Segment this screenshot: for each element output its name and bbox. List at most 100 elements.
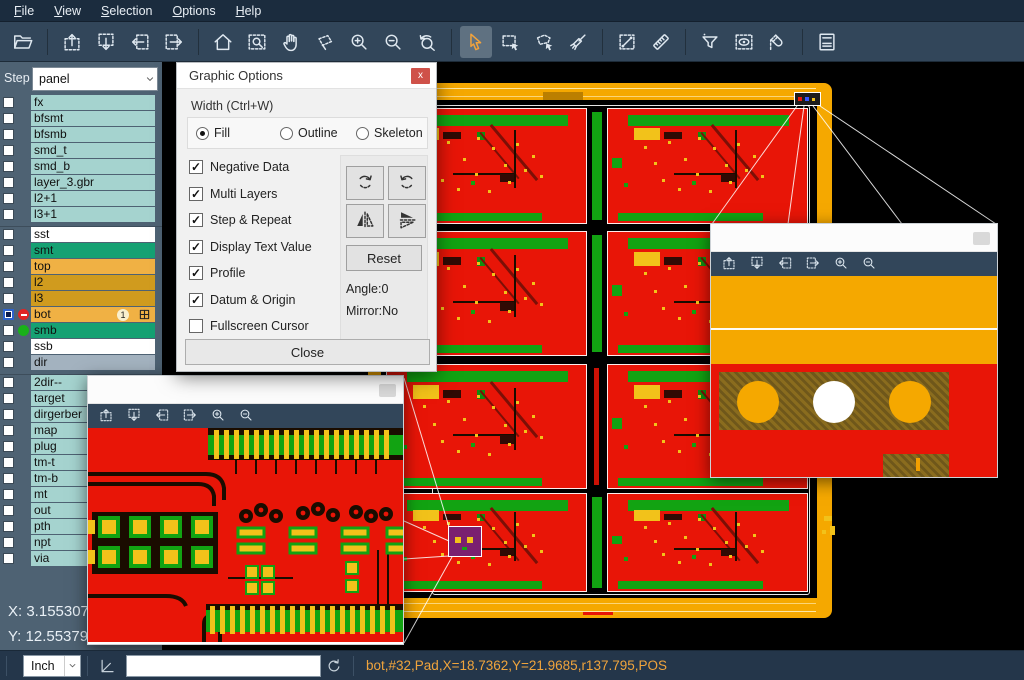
layer-visibility-checkbox[interactable] [3, 393, 14, 404]
layer-visibility-checkbox[interactable] [3, 129, 14, 140]
pan-down-button[interactable] [124, 406, 144, 426]
layer-visibility-checkbox[interactable] [3, 409, 14, 420]
pan-up-button[interactable] [719, 254, 739, 274]
layer-row-top[interactable]: top [0, 259, 162, 275]
layer-row-sst[interactable]: sst [0, 227, 162, 243]
layer-visibility-checkbox[interactable] [3, 245, 14, 256]
layer-visibility-checkbox[interactable] [3, 473, 14, 484]
rotate-cw-button[interactable] [346, 166, 384, 200]
layer-row-dir[interactable]: dir [0, 355, 162, 371]
menu-help[interactable]: Help [226, 2, 272, 20]
layer-visibility-checkbox[interactable] [3, 377, 14, 388]
layer-row-smb[interactable]: smb [0, 323, 162, 339]
pan-right-button[interactable] [180, 406, 200, 426]
checkbox-multi-layers[interactable]: ✓Multi Layers [189, 186, 277, 202]
magnifier-window-left[interactable] [87, 375, 404, 645]
window-button[interactable] [973, 232, 990, 245]
reset-button[interactable]: Reset [346, 245, 422, 271]
layer-row-l2[interactable]: l2 [0, 275, 162, 291]
measure-ruler-button[interactable] [645, 26, 677, 58]
magnifier-title-bar[interactable] [88, 376, 403, 404]
pan-hand-button[interactable] [275, 26, 307, 58]
layer-row-smd_t[interactable]: smd_t [0, 143, 162, 159]
unit-select[interactable]: Inch [23, 655, 81, 677]
layer-visibility-checkbox[interactable] [3, 113, 14, 124]
zoom-in-button[interactable] [831, 254, 851, 274]
checkbox-display-text-value[interactable]: ✓Display Text Value [189, 239, 312, 255]
radio-skeleton[interactable]: Skeleton [356, 126, 423, 140]
layer-visibility-checkbox[interactable] [3, 553, 14, 564]
checkbox-step-repeat[interactable]: ✓Step & Repeat [189, 212, 291, 228]
pan-right-button[interactable] [803, 254, 823, 274]
layer-visibility-checkbox[interactable] [3, 293, 14, 304]
layer-row-bfsmb[interactable]: bfsmb [0, 127, 162, 143]
radio-outline[interactable]: Outline [280, 126, 338, 140]
magnifier-view-left[interactable] [88, 428, 403, 642]
checkbox-negative-data[interactable]: ✓Negative Data [189, 159, 289, 175]
layer-visibility-checkbox[interactable] [3, 97, 14, 108]
open-file-button[interactable] [7, 26, 39, 58]
zoom-out-button[interactable] [859, 254, 879, 274]
layer-visibility-checkbox[interactable] [3, 209, 14, 220]
zoom-out-button[interactable] [377, 26, 409, 58]
radio-fill[interactable]: Fill [196, 126, 230, 140]
flip-horizontal-button[interactable] [346, 204, 384, 238]
pan-left-button[interactable] [152, 406, 172, 426]
layers-panel-button[interactable] [811, 26, 843, 58]
magnifier-window-right[interactable] [710, 223, 998, 478]
layer-visibility-checkbox[interactable] [3, 325, 14, 336]
step-select[interactable]: panel [32, 67, 158, 91]
command-input[interactable] [126, 655, 321, 677]
layer-visibility-checkbox[interactable] [3, 277, 14, 288]
zoom-window-button[interactable] [241, 26, 273, 58]
pan-up-button[interactable] [56, 26, 88, 58]
zoom-previous-button[interactable] [411, 26, 443, 58]
layer-row-bot[interactable]: bot1 [0, 307, 162, 323]
close-icon[interactable]: x [411, 68, 430, 84]
layer-visibility-checkbox[interactable] [3, 425, 14, 436]
layer-row-smd_b[interactable]: smd_b [0, 159, 162, 175]
layer-row-bfsmt[interactable]: bfsmt [0, 111, 162, 127]
select-tool-button[interactable] [460, 26, 492, 58]
checkbox-datum-origin[interactable]: ✓Datum & Origin [189, 292, 295, 308]
layer-visibility-checkbox[interactable] [3, 261, 14, 272]
zoom-in-button[interactable] [343, 26, 375, 58]
checkbox-profile[interactable]: ✓Profile [189, 265, 245, 281]
menu-file[interactable]: File [4, 2, 44, 20]
layer-visibility-checkbox[interactable] [3, 441, 14, 452]
layer-visibility-checkbox[interactable] [3, 357, 14, 368]
layer-visibility-checkbox[interactable] [3, 537, 14, 548]
layer-row-l3[interactable]: l3 [0, 291, 162, 307]
measure-line-button[interactable] [611, 26, 643, 58]
layer-row-layer_3.gbr[interactable]: layer_3.gbr [0, 175, 162, 191]
layer-visibility-checkbox[interactable] [3, 145, 14, 156]
layer-visibility-checkbox[interactable] [3, 193, 14, 204]
grid-icon[interactable] [139, 309, 150, 320]
menu-view[interactable]: View [44, 2, 91, 20]
magnifier-view-right[interactable] [711, 276, 997, 477]
layer-row-smt[interactable]: smt [0, 243, 162, 259]
layer-visibility-checkbox[interactable] [3, 341, 14, 352]
flip-vertical-button[interactable] [388, 204, 426, 238]
magnifier-title-bar[interactable] [711, 224, 997, 252]
menu-options[interactable]: Options [162, 2, 225, 20]
pan-left-button[interactable] [775, 254, 795, 274]
pan-up-button[interactable] [96, 406, 116, 426]
dialog-title-bar[interactable]: Graphic Options x [177, 63, 436, 89]
zoom-out-button[interactable] [236, 406, 256, 426]
zoom-in-button[interactable] [208, 406, 228, 426]
pan-right-button[interactable] [158, 26, 190, 58]
close-button[interactable]: Close [185, 339, 430, 365]
pan-left-button[interactable] [124, 26, 156, 58]
layer-visibility-checkbox[interactable] [3, 309, 14, 320]
sync-icon[interactable] [325, 657, 343, 675]
snap-tool-button[interactable] [762, 26, 794, 58]
layer-visibility-checkbox[interactable] [3, 505, 14, 516]
select-rect-button[interactable] [494, 26, 526, 58]
layer-row-fx[interactable]: fx [0, 95, 162, 111]
layer-row-ssb[interactable]: ssb [0, 339, 162, 355]
layer-visibility-checkbox[interactable] [3, 161, 14, 172]
layer-visibility-checkbox[interactable] [3, 489, 14, 500]
layer-visibility-checkbox[interactable] [3, 177, 14, 188]
window-button[interactable] [379, 384, 396, 397]
